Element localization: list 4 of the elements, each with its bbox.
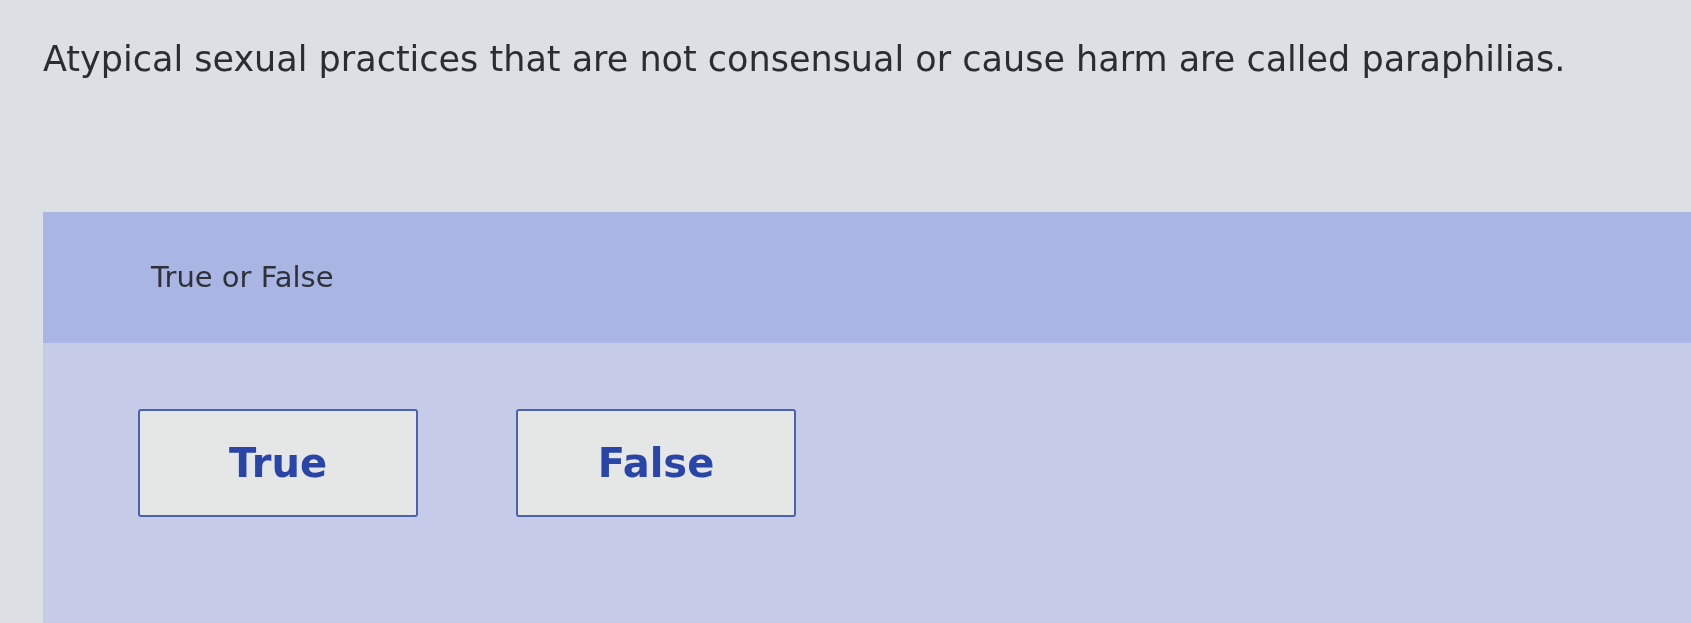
question-text: Atypical sexual practices that are not consensual or cause harm are called paraphilias. — [43, 38, 1566, 80]
answer-option[interactable]: True — [138, 409, 418, 517]
prompt-label: True or False — [151, 258, 334, 296]
answer-option[interactable]: False — [516, 409, 796, 517]
